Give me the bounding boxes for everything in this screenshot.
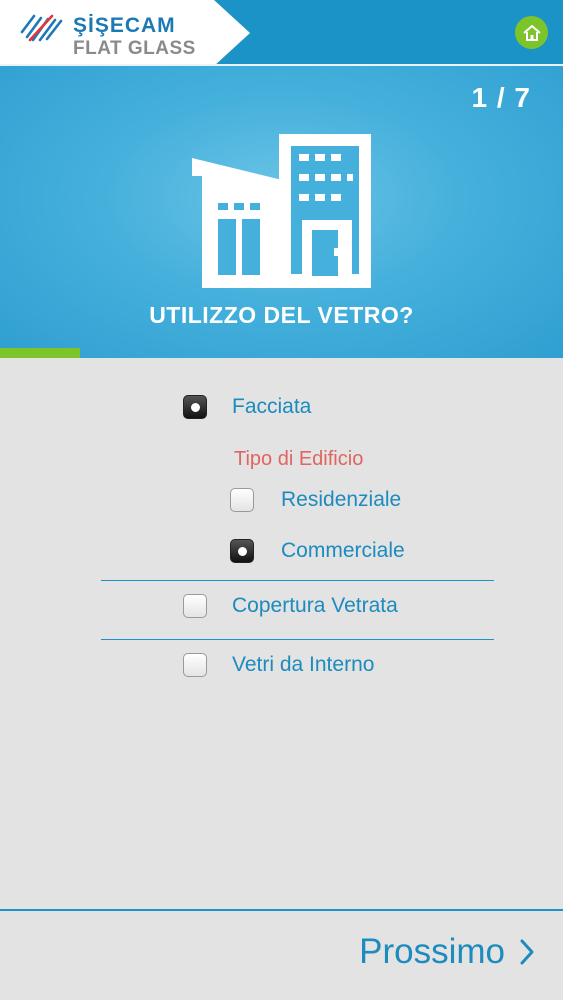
brand-subtitle: FLAT GLASS [73, 38, 196, 59]
step-counter: 1 / 7 [471, 82, 531, 113]
home-icon [522, 24, 541, 41]
option-divider [101, 580, 494, 581]
building-type-heading: Tipo di Edificio [234, 448, 364, 470]
question-title: UTILIZZO DEL VETRO? [149, 302, 414, 328]
option-commerciale[interactable]: Commerciale [230, 539, 405, 563]
radio-copertura-vetrata[interactable] [183, 594, 207, 618]
option-vetri-da-interno[interactable]: Vetri da Interno [183, 653, 374, 677]
option-facciata[interactable]: Facciata [183, 395, 311, 419]
progress-bar [0, 348, 563, 358]
radio-facciata[interactable] [183, 395, 207, 419]
option-label: Residenziale [281, 488, 402, 511]
radio-commerciale[interactable] [230, 539, 254, 563]
radio-vetri-da-interno[interactable] [183, 653, 207, 677]
option-label: Commerciale [281, 539, 405, 562]
progress-fill [0, 348, 81, 358]
option-label: Copertura Vetrata [232, 594, 398, 617]
option-label: Facciata [232, 395, 312, 418]
footer-divider [0, 909, 563, 911]
next-label: Prossimo [359, 932, 505, 971]
chevron-right-icon [520, 939, 534, 965]
option-residenziale[interactable]: Residenziale [230, 488, 401, 512]
option-copertura-vetrata[interactable]: Copertura Vetrata [183, 594, 398, 618]
brand-logo: ŞİŞECAM FLAT GLASS [0, 0, 250, 66]
top-bar: ŞİŞECAM FLAT GLASS [0, 0, 563, 66]
home-button[interactable] [515, 16, 548, 49]
next-button[interactable]: Prossimo [359, 932, 535, 972]
radio-residenziale[interactable] [230, 488, 254, 512]
buildings-icon [192, 134, 371, 288]
sisecam-logo-icon [20, 14, 63, 42]
option-divider [101, 639, 494, 640]
question-hero: 1 / 7 UTILIZZO DEL VETRO? [0, 66, 563, 358]
brand-name: ŞİŞECAM [73, 14, 176, 37]
option-label: Vetri da Interno [232, 653, 375, 676]
